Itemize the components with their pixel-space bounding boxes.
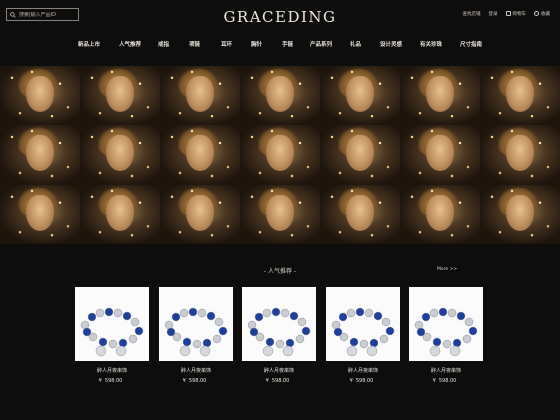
banner-photo-tile [0,125,80,185]
banner-photo-tile [400,184,480,244]
product-price: ¥598.00 [432,378,457,384]
nav-item-popular[interactable]: 人气推荐 [119,40,141,48]
store-locator-link[interactable]: 查找店铺 [463,11,481,17]
product-image[interactable] [326,287,400,361]
product-card[interactable]: 醉人月夜串饰 ¥598.00 [409,287,483,384]
nav-item-gifts[interactable]: 礼品 [350,40,361,48]
product-card[interactable]: 醉人月夜串饰 ¥598.00 [326,287,400,384]
nav-item-inspiration[interactable]: 设计灵感 [380,40,402,48]
product-name[interactable]: 醉人月夜串饰 [242,367,316,374]
banner-photo-tile [240,184,320,244]
product-price: ¥598.00 [349,378,374,384]
nav-item-brooches[interactable]: 胸针 [251,40,262,48]
banner-photo-tile [400,66,480,126]
nav-item-collections[interactable]: 产品系列 [310,40,332,48]
banner-photo-tile [320,66,400,126]
nav-item-new[interactable]: 新品上市 [78,40,100,48]
main-nav: 新品上市 人气推荐 戒指 项链 耳环 胸针 手链 产品系列 礼品 设计灵感 有关… [0,40,560,52]
cart-label: 购物车 [512,12,527,17]
banner-photo-tile [240,66,320,126]
cart-icon [505,11,511,16]
utility-links: 查找店铺 登录 购物车 收藏 [463,11,550,17]
favorites-link[interactable]: 收藏 [534,11,550,17]
banner-photo-tile [80,184,160,244]
product-price: ¥598.00 [265,378,290,384]
cart-link[interactable]: 购物车 [505,11,527,17]
banner-photo-tile [400,125,480,185]
banner-photo-tile [0,184,80,244]
product-image[interactable] [242,287,316,361]
nav-item-size-guide[interactable]: 尺寸指南 [460,40,482,48]
product-list: 醉人月夜串饰 ¥598.00 醉人月夜串饰 ¥598.00 醉人月夜串饰 ¥598.00 醉… [75,287,485,417]
product-image[interactable] [159,287,233,361]
heart-icon [534,11,539,16]
product-name[interactable]: 醉人月夜串饰 [409,367,483,374]
banner-photo-tile [240,125,320,185]
nav-item-necklaces[interactable]: 项链 [189,40,200,48]
product-image[interactable] [409,287,483,361]
nav-item-pearls[interactable]: 有关珍珠 [420,40,442,48]
favorites-label: 收藏 [541,12,550,17]
product-card[interactable]: 醉人月夜串饰 ¥598.00 [159,287,233,384]
top-bar: GRACEDING 查找店铺 登录 购物车 收藏 [0,0,560,34]
nav-item-bracelets[interactable]: 手链 [282,40,293,48]
banner-photo-tile [160,184,240,244]
banner-photo-tile [80,66,160,126]
banner-photo-tile [0,66,80,126]
product-card[interactable]: 醉人月夜串饰 ¥598.00 [242,287,316,384]
product-price: ¥598.00 [182,378,207,384]
product-name[interactable]: 醉人月夜串饰 [75,367,149,374]
banner-photo-tile [480,184,560,244]
banner-photo-tile [160,125,240,185]
banner-photo-tile [480,66,560,126]
hero-banner[interactable] [0,66,560,244]
banner-photo-tile [320,184,400,244]
banner-photo-tile [320,125,400,185]
section-title: - 人气推荐 - [263,268,297,275]
banner-photo-tile [480,125,560,185]
banner-photo-tile [80,125,160,185]
nav-item-earrings[interactable]: 耳环 [221,40,232,48]
product-card[interactable]: 醉人月夜串饰 ¥598.00 [75,287,149,384]
product-name[interactable]: 醉人月夜串饰 [159,367,233,374]
login-link[interactable]: 登录 [489,11,498,17]
banner-photo-tile [160,66,240,126]
nav-item-rings[interactable]: 戒指 [158,40,169,48]
product-image[interactable] [75,287,149,361]
product-name[interactable]: 醉人月夜串饰 [326,367,400,374]
more-link[interactable]: More >> [437,267,457,272]
product-price: ¥598.00 [98,378,123,384]
